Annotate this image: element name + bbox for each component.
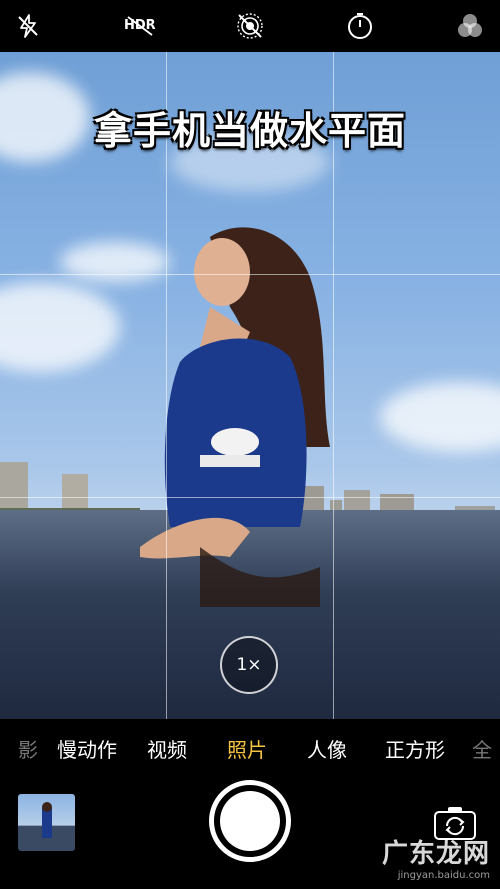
hdr-label: HDR <box>124 18 156 33</box>
timer-icon[interactable] <box>344 10 376 42</box>
camera-viewfinder[interactable]: 拿手机当做水平面 1× <box>0 52 500 719</box>
shutter-button-inner <box>220 791 280 851</box>
mode-slow-motion[interactable]: 慢动作 <box>57 734 117 763</box>
woman-subject <box>140 227 330 607</box>
flash-off-icon[interactable] <box>12 10 44 42</box>
shutter-button[interactable] <box>209 780 291 862</box>
grid-line <box>0 497 500 498</box>
watermark: 广东龙网 jingyan.baidu.com <box>382 833 490 881</box>
camera-top-bar: HDR <box>0 0 500 52</box>
mode-time-lapse[interactable]: 影 <box>18 734 38 763</box>
mode-square[interactable]: 正方形 <box>385 734 445 763</box>
watermark-url: jingyan.baidu.com <box>397 870 490 881</box>
camera-bottom-bar: 广东龙网 jingyan.baidu.com <box>0 776 500 889</box>
hdr-off-icon[interactable]: HDR <box>120 10 160 42</box>
mode-photo[interactable]: 照片 <box>227 734 267 763</box>
grid-line <box>0 274 500 275</box>
mode-selector[interactable]: 影 慢动作 视频 照片 人像 正方形 全 <box>0 720 500 776</box>
filters-icon[interactable] <box>454 10 486 42</box>
last-photo-thumbnail[interactable] <box>18 794 75 851</box>
mode-video[interactable]: 视频 <box>147 734 187 763</box>
live-photo-off-icon[interactable] <box>234 10 266 42</box>
mode-pano[interactable]: 全 <box>472 734 492 763</box>
mode-portrait[interactable]: 人像 <box>307 734 347 763</box>
overlay-caption: 拿手机当做水平面 <box>93 109 406 153</box>
watermark-main: 广东龙网 <box>381 839 490 869</box>
zoom-button[interactable]: 1× <box>220 636 278 694</box>
